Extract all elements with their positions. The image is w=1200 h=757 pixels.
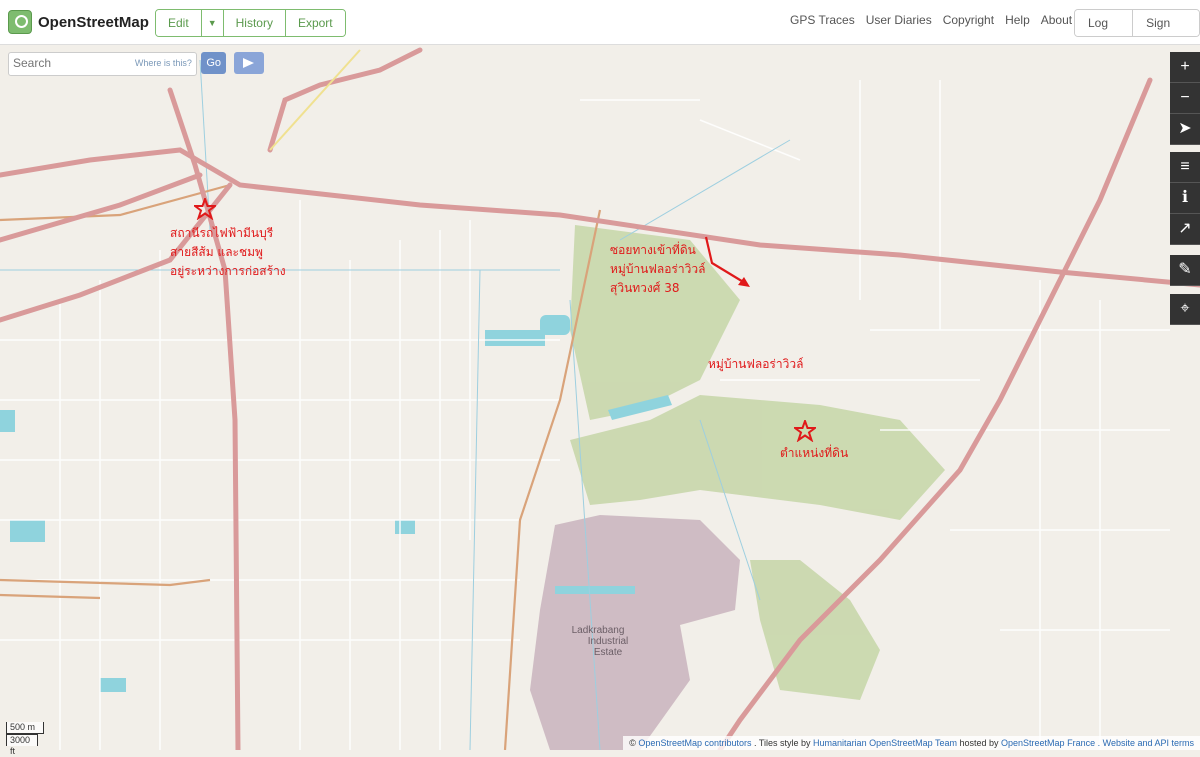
osm-contributors-link[interactable]: OpenStreetMap contributors [638,738,751,748]
search-go-button[interactable]: Go [200,52,227,74]
station-annotation: สถานีรถไฟฟ้ามีนบุรี สายสีส้ม และชมพู อยู… [170,224,286,281]
login-button[interactable]: Log In [1075,10,1134,36]
station-star-icon [194,198,216,220]
zoom-out-icon[interactable]: − [1170,83,1200,114]
edit-button-group: Edit ▼ History Export [155,9,346,37]
note-controls: ✎ [1170,255,1200,286]
edit-dropdown-caret-icon[interactable]: ▼ [201,10,224,36]
signup-button[interactable]: Sign Up [1133,10,1199,36]
directions-button-icon[interactable] [234,52,264,74]
land-star-icon [794,420,816,442]
history-button[interactable]: History [223,10,286,36]
layers-icon[interactable]: ≡ [1170,152,1200,183]
land-annotation: ตำแหน่งที่ดิน [780,446,849,460]
attribution-tiles-text: . Tiles style by [754,738,811,748]
hot-link[interactable]: Humanitarian OpenStreetMap Team [813,738,957,748]
osm-logo[interactable]: OpenStreetMap [8,8,149,36]
where-is-this-link[interactable]: Where is this? [135,58,192,68]
nav-about[interactable]: About [1041,13,1072,27]
search-bar: Where is this? Go [8,52,264,76]
nav-copyright[interactable]: Copyright [943,13,994,27]
entrance-arrow-icon [704,236,750,287]
info-icon[interactable]: ℹ [1170,183,1200,214]
attribution-bar: © OpenStreetMap contributors . Tiles sty… [623,736,1200,750]
search-box: Where is this? [8,52,197,76]
osm-france-link[interactable]: OpenStreetMap France [1001,738,1095,748]
estate-label-line2: Industrial [588,636,629,647]
attribution-copyright: © [629,738,636,748]
estate-label-line3: Estate [594,647,623,658]
add-note-icon[interactable]: ✎ [1170,255,1200,286]
scale-imperial: 3000 ft [6,734,38,756]
query-features-icon[interactable]: ⌖ [1170,294,1200,325]
top-navigation-bar: OpenStreetMap Edit ▼ History Export GPS … [0,0,1200,45]
village-annotation: หมู่บ้านฟลอร่าวิวล์ [708,357,804,371]
map-canvas[interactable]: Ladkrabang Industrial Estate [0,44,1200,750]
estate-label-line1: Ladkrabang [572,625,625,636]
scale-bar: 500 m 3000 ft [6,722,44,756]
nav-user-diaries[interactable]: User Diaries [866,13,932,27]
osm-logo-icon [8,10,32,34]
station-annotation-line1: สถานีรถไฟฟ้ามีนบุรี [170,226,274,240]
secondary-nav: GPS Traces User Diaries Copyright Help A… [790,13,1072,27]
entrance-annotation-line3: สุวินทวงศ์ 38 [610,281,680,295]
nav-help[interactable]: Help [1005,13,1030,27]
map-tiles: Ladkrabang Industrial Estate [0,44,1200,750]
auth-buttons: Log In Sign Up [1074,9,1200,37]
export-button[interactable]: Export [285,10,345,36]
map-tool-controls: ≡ ℹ ↗ [1170,152,1200,245]
attribution-hosted-text: hosted by [959,738,999,748]
share-icon[interactable]: ↗ [1170,214,1200,245]
entrance-annotation: ซอยทางเข้าที่ดิน หมู่บ้านฟลอร่าวิวล์ สุว… [610,241,705,298]
edit-button[interactable]: Edit [156,10,202,36]
locate-icon[interactable]: ➤ [1170,114,1200,145]
website-terms-link[interactable]: . Website and API terms [1098,738,1194,748]
zoom-in-icon[interactable]: + [1170,52,1200,83]
station-annotation-line3: อยู่ระหว่างการก่อสร้าง [170,264,286,278]
zoom-controls: + − ➤ [1170,52,1200,145]
query-controls: ⌖ [1170,294,1200,325]
scale-metric: 500 m [6,722,44,734]
entrance-annotation-line1: ซอยทางเข้าที่ดิน [610,243,696,257]
station-annotation-line2: สายสีส้ม และชมพู [170,245,263,259]
nav-gps-traces[interactable]: GPS Traces [790,13,855,27]
search-input[interactable] [9,53,133,73]
site-title: OpenStreetMap [38,13,149,31]
entrance-annotation-line2: หมู่บ้านฟลอร่าวิวล์ [610,262,706,276]
